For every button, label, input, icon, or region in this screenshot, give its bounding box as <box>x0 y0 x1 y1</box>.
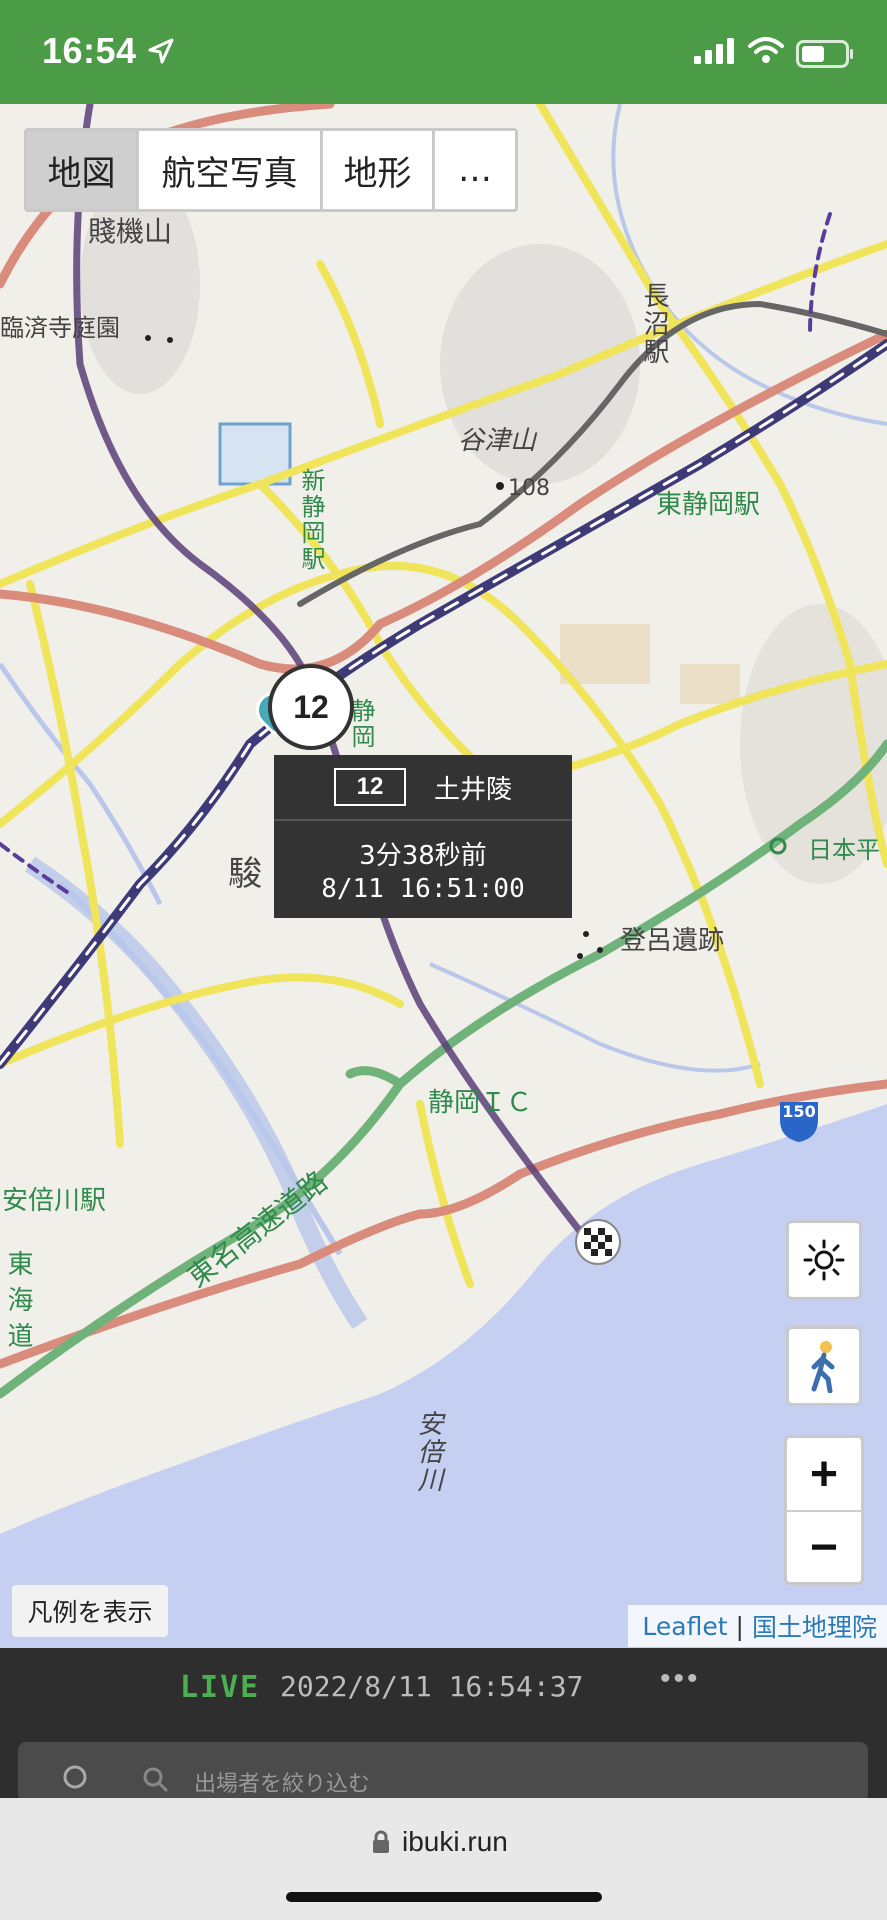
label-nihondaira: 日本平 <box>808 836 880 864</box>
layer-terrain-button[interactable]: 地形 <box>323 131 435 209</box>
label-mt-shizuhata: 賤機山 <box>88 215 173 248</box>
label-suruga: 駿 <box>228 854 262 894</box>
label-yatsuyama: 谷津山 <box>458 426 537 456</box>
layer-more-button[interactable]: … <box>435 131 515 209</box>
layer-switcher: 地図 航空写真 地形 … <box>24 128 518 212</box>
zoom-control: + − <box>784 1435 864 1585</box>
layer-map-button[interactable]: 地図 <box>27 131 139 209</box>
label-nagunuma-station: 長沼駅 <box>639 282 669 366</box>
url-text[interactable]: ibuki.run <box>402 1826 508 1858</box>
search-input[interactable]: 出場者を絞り込む <box>194 1766 370 1798</box>
runner-marker[interactable]: 12 <box>268 664 354 750</box>
label-shizuoka-ic: 静岡ＩＣ <box>428 1088 533 1118</box>
label-toro-iseki: 登呂遺跡 <box>620 926 725 956</box>
label-elevation: 108 <box>508 476 550 501</box>
label-shin-shizuoka-station: 新静岡駅 <box>297 468 325 572</box>
label-higashi-shizuoka-station: 東静岡駅 <box>656 490 761 520</box>
location-arrow-icon <box>148 38 174 64</box>
label-abekawa-river: 安倍川 <box>413 1410 443 1494</box>
popup-header: 12 土井陵 <box>274 755 572 821</box>
signal-icon <box>694 38 734 64</box>
live-label: LIVE <box>180 1670 261 1705</box>
panel-menu-button[interactable]: ••• <box>660 1662 701 1696</box>
lock-icon <box>373 1830 389 1853</box>
show-legend-button[interactable]: 凡例を表示 <box>12 1585 168 1637</box>
popup-runner-name: 土井陵 <box>434 774 513 805</box>
layer-aerial-button[interactable]: 航空写真 <box>139 131 323 209</box>
label-tokaido: 東海道 <box>3 1250 33 1358</box>
zoom-out-button[interactable]: − <box>787 1510 861 1582</box>
label-rinzaiji: 臨済寺庭園 <box>0 314 120 342</box>
home-indicator[interactable] <box>286 1892 602 1902</box>
search-icon <box>63 1765 87 1789</box>
live-panel: LIVE 2022/8/11 16:54:37 ••• 出場者を絞り込む <box>0 1648 887 1802</box>
popup-body: 3分38秒前 8/11 16:51:00 <box>274 821 572 918</box>
search-field-icon <box>143 1767 168 1792</box>
brightness-button[interactable] <box>786 1220 862 1300</box>
runner-search-box[interactable]: 出場者を絞り込む <box>18 1742 868 1802</box>
zoom-in-button[interactable]: + <box>787 1438 861 1510</box>
popup-elapsed: 3分38秒前 <box>359 841 487 871</box>
wifi-icon <box>748 37 784 63</box>
popup-timestamp: 8/11 16:51:00 <box>321 874 525 904</box>
gsi-link[interactable]: 国土地理院 <box>752 1608 877 1644</box>
battery-icon <box>796 40 853 68</box>
map-view[interactable]: 賤機山 臨済寺庭園 長沼駅 谷津山 108 東静岡駅 新静岡駅 静岡 駿 登呂遺… <box>0 104 887 1648</box>
sun-icon <box>803 1239 845 1281</box>
clock: 16:54 <box>42 30 137 71</box>
route-150-shield: 150 <box>782 1102 816 1121</box>
label-abekawa-station: 安倍川駅 <box>2 1186 107 1216</box>
status-bar: 16:54 <box>0 0 887 104</box>
map-attribution: Leaflet | 国土地理院 <box>628 1605 887 1647</box>
live-timestamp: 2022/8/11 16:54:37 <box>280 1670 584 1703</box>
follow-runner-button[interactable] <box>786 1326 862 1406</box>
leaflet-link[interactable]: Leaflet <box>642 1612 727 1641</box>
walking-person-icon <box>811 1341 835 1393</box>
runner-popup[interactable]: 12 土井陵 3分38秒前 8/11 16:51:00 <box>274 755 572 918</box>
popup-bib: 12 <box>334 768 406 806</box>
attribution-separator: | <box>735 1611 744 1641</box>
